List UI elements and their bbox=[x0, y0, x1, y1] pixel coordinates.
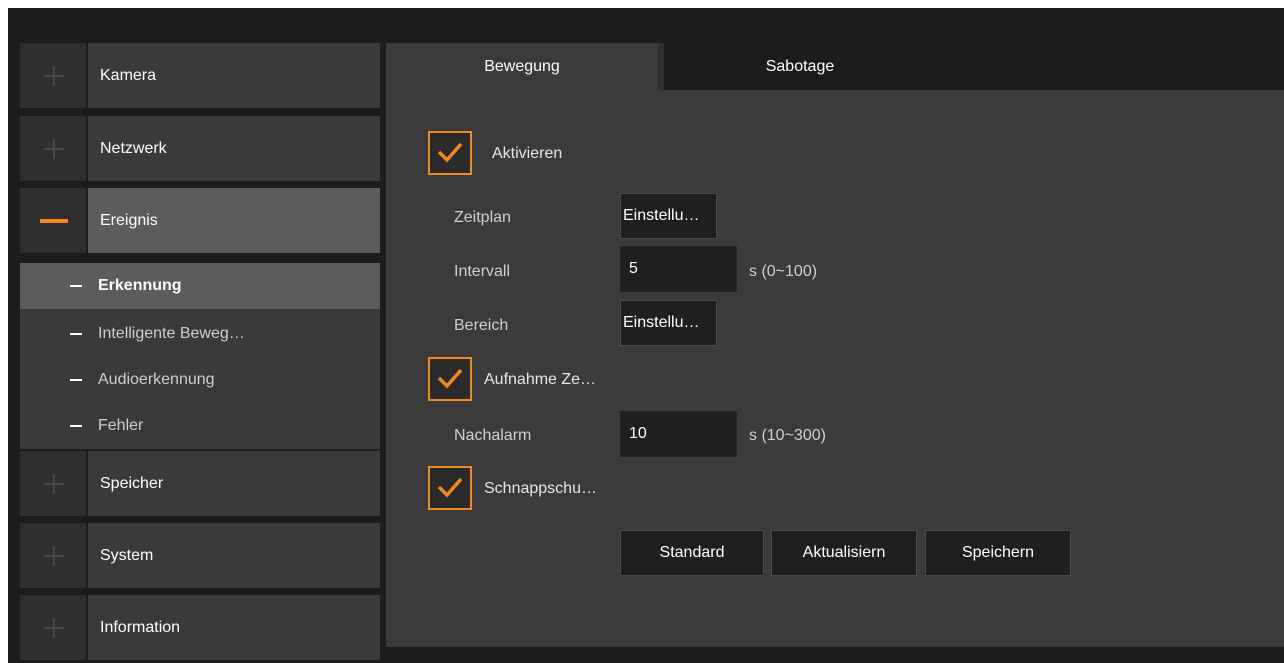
plus-icon bbox=[44, 65, 64, 86]
area-label: Bereich bbox=[454, 317, 509, 334]
post-alarm-unit: s (10~300) bbox=[749, 427, 826, 444]
submenu-item-label: Intelligente Beweg… bbox=[98, 325, 245, 342]
tab-bewegung[interactable]: Bewegung bbox=[386, 43, 658, 90]
expand-icon-box bbox=[20, 43, 88, 108]
expand-icon-box bbox=[20, 523, 88, 588]
content-panel: Bewegung Sabotage Aktivieren Zeitplan Ei… bbox=[386, 43, 1284, 647]
submenu-ereignis: Erkennung Intelligente Beweg… Audioerken… bbox=[20, 263, 380, 449]
snapshot-label: Schnappschu… bbox=[484, 480, 597, 497]
expand-icon-box bbox=[20, 116, 88, 181]
sidebar-item-label: Ereignis bbox=[100, 211, 158, 229]
sidebar-item-netzwerk[interactable]: Netzwerk bbox=[20, 116, 380, 181]
post-alarm-input[interactable]: 10 bbox=[620, 411, 737, 457]
area-settings-button[interactable]: Einstellu… bbox=[620, 300, 717, 346]
sidebar-item-information[interactable]: Information bbox=[20, 595, 380, 660]
submenu-item-label: Fehler bbox=[98, 417, 144, 434]
sidebar-item-speicher[interactable]: Speicher bbox=[20, 451, 380, 516]
checkmark-icon bbox=[437, 477, 463, 498]
checkmark-icon bbox=[437, 368, 463, 389]
interval-label: Intervall bbox=[454, 263, 511, 280]
minus-icon bbox=[40, 218, 68, 223]
plus-icon bbox=[44, 138, 64, 159]
dash-icon bbox=[70, 285, 82, 287]
submenu-item-fehler[interactable]: Fehler bbox=[20, 403, 380, 449]
submenu-item-label: Erkennung bbox=[98, 277, 182, 294]
tab-strip-spacer bbox=[936, 43, 1284, 90]
plus-icon bbox=[44, 617, 64, 638]
sidebar-item-label: Netzwerk bbox=[100, 139, 167, 157]
tab-sabotage[interactable]: Sabotage bbox=[664, 43, 936, 90]
sidebar-item-kamera[interactable]: Kamera bbox=[20, 43, 380, 108]
dash-icon bbox=[70, 333, 82, 335]
schedule-label: Zeitplan bbox=[454, 209, 511, 226]
record-checkbox[interactable] bbox=[428, 357, 472, 401]
interval-input[interactable]: 5 bbox=[620, 246, 737, 292]
submenu-item-erkennung[interactable]: Erkennung bbox=[20, 263, 380, 309]
dash-icon bbox=[70, 379, 82, 381]
submenu-item-intelligente-bewegung[interactable]: Intelligente Beweg… bbox=[20, 311, 380, 357]
sidebar-item-label: System bbox=[100, 546, 154, 564]
sidebar-item-label: Information bbox=[100, 618, 181, 636]
enable-checkbox[interactable] bbox=[428, 131, 472, 175]
settings-form: Aktivieren Zeitplan Einstellu… Intervall… bbox=[386, 90, 1284, 647]
sidebar: Kamera Netzwerk Ereignis Erkennung Intel… bbox=[20, 43, 380, 663]
dash-icon bbox=[70, 425, 82, 427]
sidebar-item-system[interactable]: System bbox=[20, 523, 380, 588]
expand-icon-box bbox=[20, 451, 88, 516]
app-window: Kamera Netzwerk Ereignis Erkennung Intel… bbox=[8, 8, 1284, 663]
collapse-icon-box bbox=[20, 188, 88, 253]
default-button[interactable]: Standard bbox=[620, 530, 764, 576]
sidebar-item-ereignis[interactable]: Ereignis bbox=[20, 188, 380, 253]
record-label: Aufnahme Ze… bbox=[484, 371, 597, 388]
submenu-item-label: Audioerkennung bbox=[98, 371, 215, 388]
sidebar-item-label: Kamera bbox=[100, 66, 157, 84]
checkmark-icon bbox=[437, 142, 463, 163]
snapshot-checkbox[interactable] bbox=[428, 466, 472, 510]
schedule-settings-button[interactable]: Einstellu… bbox=[620, 193, 717, 239]
refresh-button[interactable]: Aktualisiern bbox=[771, 530, 917, 576]
enable-label: Aktivieren bbox=[492, 145, 563, 162]
submenu-item-audioerkennung[interactable]: Audioerkennung bbox=[20, 357, 380, 403]
post-alarm-label: Nachalarm bbox=[454, 427, 532, 444]
plus-icon bbox=[44, 545, 64, 566]
sidebar-item-label: Speicher bbox=[100, 474, 164, 492]
plus-icon bbox=[44, 473, 64, 494]
expand-icon-box bbox=[20, 595, 88, 660]
interval-unit: s (0~100) bbox=[749, 263, 818, 280]
save-button[interactable]: Speichern bbox=[925, 530, 1071, 576]
